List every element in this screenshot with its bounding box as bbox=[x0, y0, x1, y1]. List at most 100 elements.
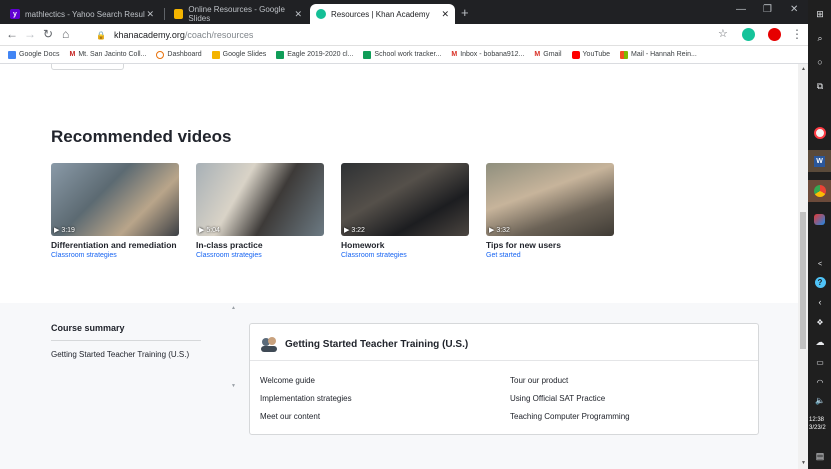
task-view-icon[interactable]: ⧉ bbox=[814, 80, 826, 92]
course-card-title: Getting Started Teacher Training (U.S.) bbox=[285, 338, 469, 350]
clock-date: 3/23/2 bbox=[809, 425, 826, 431]
video-title[interactable]: Differentiation and remediation bbox=[51, 240, 179, 251]
onedrive-icon[interactable]: ☁ bbox=[814, 336, 826, 348]
bookmark-outlook-mail[interactable]: Mail - Hannah Rein... bbox=[620, 50, 697, 59]
chrome-app-icon[interactable] bbox=[808, 180, 831, 202]
close-window-button[interactable]: ✕ bbox=[790, 4, 798, 15]
page-content: Recommended videos ▶ 3:19 Differentiatio… bbox=[0, 64, 798, 469]
bookmark-inbox[interactable]: M Inbox - bobana912... bbox=[451, 51, 524, 58]
clock-time: 12:38 bbox=[809, 417, 825, 423]
address-bar[interactable]: 🔒 khanacademy.org/coach/resources bbox=[96, 26, 742, 44]
video-thumbnail[interactable]: ▶ 3:32 bbox=[486, 163, 614, 236]
bookmark-eagle[interactable]: Eagle 2019-2020 cl... bbox=[276, 50, 353, 59]
volume-icon[interactable]: 🔈 bbox=[814, 394, 826, 406]
scroll-up-icon[interactable]: ▲ bbox=[801, 66, 806, 72]
itunes-app-icon[interactable] bbox=[808, 122, 831, 144]
chevron-left-icon[interactable]: ‹ bbox=[814, 296, 826, 308]
video-title[interactable]: Tips for new users bbox=[486, 240, 614, 251]
video-thumbnail[interactable]: ▶ 3:19 bbox=[51, 163, 179, 236]
course-card: Getting Started Teacher Training (U.S.) … bbox=[249, 323, 759, 435]
link-welcome-guide[interactable]: Welcome guide bbox=[260, 376, 315, 385]
yahoo-icon: y bbox=[10, 9, 20, 19]
bookmarks-bar: Google Docs M Mt. San Jacinto Coll... Das… bbox=[0, 46, 808, 64]
close-icon[interactable]: ✕ bbox=[146, 9, 154, 20]
link-tour-our-product[interactable]: Tour our product bbox=[510, 376, 568, 385]
video-title[interactable]: In-class practice bbox=[196, 240, 324, 251]
menu-icon[interactable]: ⋮ bbox=[791, 27, 803, 41]
forward-icon[interactable]: → bbox=[24, 27, 36, 41]
video-card-differentiation[interactable]: ▶ 3:19 Differentiation and remediation C… bbox=[51, 163, 179, 259]
close-icon[interactable]: ✕ bbox=[441, 9, 449, 20]
tab-yahoo[interactable]: y mathlectics - Yahoo Search Resul ✕ bbox=[4, 4, 160, 24]
video-category-link[interactable]: Classroom strategies bbox=[341, 252, 469, 259]
help-icon[interactable]: ? bbox=[814, 276, 826, 288]
taskbar-clock[interactable]: 12:38 3/23/2 bbox=[809, 416, 826, 432]
video-card-homework[interactable]: ▶ 3:22 Homework Classroom strategies bbox=[341, 163, 469, 259]
battery-icon[interactable]: ▭ bbox=[814, 356, 826, 368]
url-host: khanacademy.org bbox=[113, 30, 185, 40]
course-card-header: Getting Started Teacher Training (U.S.) bbox=[260, 336, 468, 352]
cortana-icon[interactable]: ○ bbox=[814, 56, 826, 68]
video-thumbnail[interactable]: ▶ 3:22 bbox=[341, 163, 469, 236]
bookmark-gmail[interactable]: M Gmail bbox=[534, 51, 561, 58]
scroll-down-icon[interactable]: ▼ bbox=[801, 460, 806, 466]
bookmark-dashboard[interactable]: Dashboard bbox=[156, 50, 202, 59]
link-implementation-strategies[interactable]: Implementation strategies bbox=[260, 394, 352, 403]
video-duration: ▶ 5:04 bbox=[199, 227, 220, 234]
search-icon[interactable]: ⌕ bbox=[814, 32, 826, 44]
sidebar-scrollbar[interactable]: ▲ ▼ bbox=[230, 303, 238, 393]
scroll-down-icon[interactable]: ▼ bbox=[231, 383, 236, 389]
profile-icon[interactable] bbox=[768, 28, 781, 41]
close-icon[interactable]: ✕ bbox=[294, 9, 302, 20]
bookmark-youtube[interactable]: YouTube bbox=[571, 50, 610, 59]
video-title[interactable]: Homework bbox=[341, 240, 469, 251]
home-icon[interactable]: ⌂ bbox=[62, 27, 69, 41]
page-scrollbar[interactable]: ▲ ▼ bbox=[798, 64, 808, 469]
video-card-tips-new-users[interactable]: ▶ 3:32 Tips for new users Get started bbox=[486, 163, 614, 259]
course-summary-item[interactable]: Getting Started Teacher Training (U.S.) bbox=[51, 350, 189, 359]
notifications-icon[interactable]: ▤ bbox=[814, 450, 826, 462]
video-card-in-class-practice[interactable]: ▶ 5:04 In-class practice Classroom strat… bbox=[196, 163, 324, 259]
divider bbox=[250, 360, 758, 361]
minimize-button[interactable]: — bbox=[736, 4, 746, 15]
video-duration: ▶ 3:19 bbox=[54, 227, 75, 234]
bookmark-google-slides[interactable]: Google Slides bbox=[211, 50, 266, 59]
link-teaching-computer-programming[interactable]: Teaching Computer Programming bbox=[510, 412, 630, 421]
bookmark-msjc[interactable]: M Mt. San Jacinto Coll... bbox=[69, 51, 146, 58]
gmail-icon: M bbox=[534, 51, 541, 58]
video-category-link[interactable]: Classroom strategies bbox=[51, 252, 179, 259]
scrollbar-thumb[interactable] bbox=[800, 212, 806, 349]
link-meet-our-content[interactable]: Meet our content bbox=[260, 412, 320, 421]
windows-start-icon[interactable]: ⊞ bbox=[814, 8, 826, 20]
tab-title: mathlectics - Yahoo Search Resul bbox=[25, 9, 145, 19]
grammarly-icon[interactable] bbox=[742, 28, 755, 41]
star-icon[interactable]: ☆ bbox=[718, 27, 728, 40]
reload-icon[interactable]: ↻ bbox=[43, 27, 53, 41]
msjc-icon: M bbox=[69, 51, 76, 58]
tab-khan[interactable]: Resources | Khan Academy ✕ bbox=[310, 4, 455, 24]
dropbox-icon[interactable]: ❖ bbox=[814, 316, 826, 328]
scroll-up-icon[interactable]: ▲ bbox=[231, 305, 236, 311]
wifi-icon[interactable]: ◠ bbox=[814, 376, 826, 388]
word-app-icon[interactable]: W bbox=[808, 150, 831, 172]
teacher-avatar-icon bbox=[261, 337, 277, 352]
tab-slides[interactable]: Online Resources - Google Slides ✕ bbox=[168, 4, 308, 24]
recommended-videos-heading: Recommended videos bbox=[51, 127, 232, 146]
maximize-button[interactable]: ❐ bbox=[763, 4, 772, 15]
dashboard-icon bbox=[156, 50, 165, 59]
video-thumbnail[interactable]: ▶ 5:04 bbox=[196, 163, 324, 236]
address-toolbar: ← → ↻ ⌂ 🔒 khanacademy.org/coach/resource… bbox=[0, 24, 808, 46]
video-category-link[interactable]: Get started bbox=[486, 252, 614, 259]
docs-icon bbox=[8, 50, 16, 59]
bookmark-google-docs[interactable]: Google Docs bbox=[8, 50, 59, 59]
back-icon[interactable]: ← bbox=[6, 27, 18, 41]
new-tab-button[interactable]: + bbox=[461, 5, 469, 20]
paint-app-icon[interactable] bbox=[808, 208, 831, 230]
video-category-link[interactable]: Classroom strategies bbox=[196, 252, 324, 259]
video-duration: ▶ 3:22 bbox=[344, 227, 365, 234]
chevron-left-icon[interactable]: < bbox=[814, 258, 826, 270]
bookmark-school-tracker[interactable]: School work tracker... bbox=[363, 50, 441, 59]
link-official-sat-practice[interactable]: Using Official SAT Practice bbox=[510, 394, 605, 403]
previous-section-button[interactable] bbox=[51, 64, 124, 70]
lock-icon: 🔒 bbox=[96, 30, 106, 40]
